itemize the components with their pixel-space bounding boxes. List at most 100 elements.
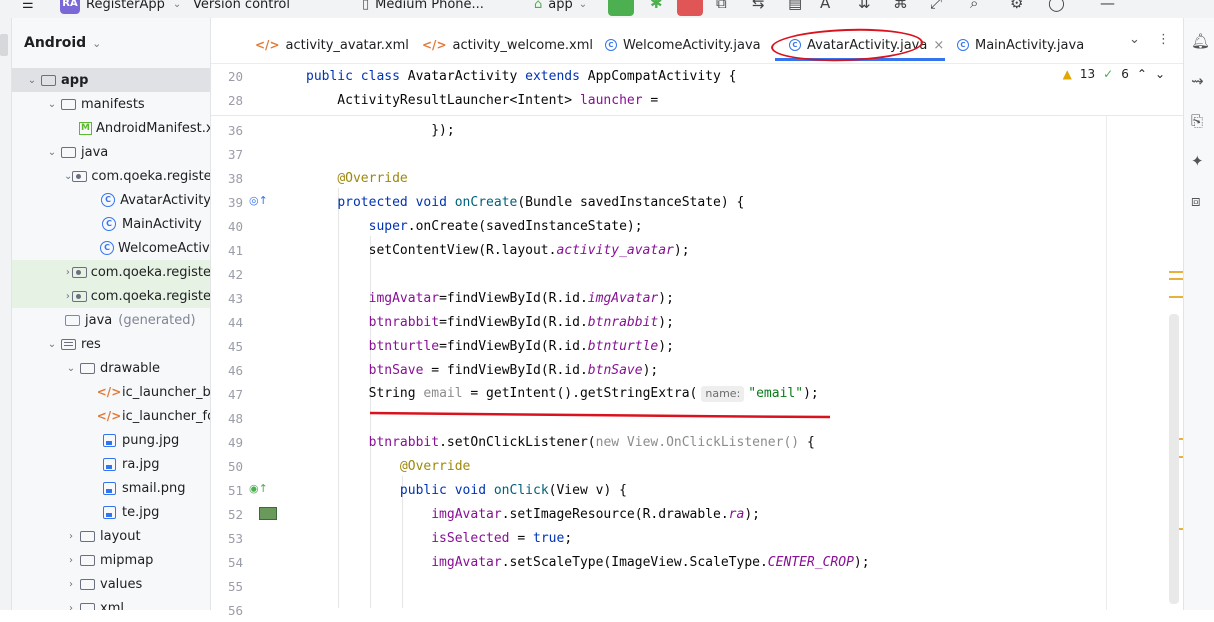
code-line[interactable]: 39 protected void onCreate(Bundle savedI… bbox=[211, 190, 1171, 214]
vertical-scrollbar[interactable] bbox=[1169, 314, 1179, 604]
tree-item-ra[interactable]: ra.jpg bbox=[12, 452, 210, 476]
code-line[interactable]: 52 imgAvatar.setImageResource(R.drawable… bbox=[211, 502, 1171, 526]
project-selector[interactable]: RA RegisterApp ⌄ bbox=[60, 0, 181, 16]
close-icon[interactable]: × bbox=[933, 38, 944, 53]
implements-gutter-icon[interactable]: ◉↑ bbox=[249, 482, 268, 495]
tab-welcome-activity-java[interactable]: C WelcomeActivity.java bbox=[605, 34, 761, 56]
code-line[interactable]: 56 bbox=[211, 598, 1171, 622]
chevron-right-icon[interactable]: › bbox=[64, 291, 72, 302]
run-config-selector[interactable]: ⌂ app ⌄ bbox=[534, 0, 587, 16]
tab-activity-welcome-xml[interactable]: </> activity_welcome.xml bbox=[422, 34, 593, 56]
tree-item-package-android-test[interactable]: › com.qoeka.registe bbox=[12, 284, 210, 308]
chevron-down-icon[interactable]: ⌄ bbox=[1155, 67, 1165, 81]
sync-icon[interactable]: ⧉ bbox=[716, 0, 727, 12]
device-manager-icon[interactable]: ⇆ bbox=[752, 0, 765, 12]
tree-item-manifests[interactable]: ⌄ manifests bbox=[12, 92, 210, 116]
code-line[interactable]: 36 }); bbox=[211, 118, 1171, 142]
tree-item-java-generated[interactable]: java (generated) bbox=[12, 308, 210, 332]
code-line[interactable]: 43 imgAvatar=findViewById(R.id.imgAvatar… bbox=[211, 286, 1171, 310]
stop-button[interactable] bbox=[677, 0, 703, 16]
tree-item-values[interactable]: › values bbox=[12, 572, 210, 596]
code-line[interactable]: 46 btnSave = findViewById(R.id.btnSave); bbox=[211, 358, 1171, 382]
override-gutter-icon[interactable]: ◎↑ bbox=[249, 194, 268, 207]
code-line[interactable]: 45 btnturtle=findViewById(R.id.btnturtle… bbox=[211, 334, 1171, 358]
warning-stripe[interactable] bbox=[1169, 278, 1183, 280]
device-file-icon[interactable]: ⎘ bbox=[1191, 112, 1203, 130]
chevron-up-icon[interactable]: ⌃ bbox=[1137, 67, 1147, 81]
tree-item-java[interactable]: ⌄ java bbox=[12, 140, 210, 164]
tree-item-drawable[interactable]: ⌄ drawable bbox=[12, 356, 210, 380]
chevron-down-icon[interactable]: ⌄ bbox=[45, 99, 59, 110]
more-options-icon[interactable]: ⋮ bbox=[1157, 32, 1170, 47]
code-line[interactable]: 44 btnrabbit=findViewById(R.id.btnrabbit… bbox=[211, 310, 1171, 334]
code-line[interactable]: 37 bbox=[211, 142, 1171, 166]
chevron-down-icon[interactable]: ⌄ bbox=[45, 339, 59, 350]
code-line[interactable]: 49 btnrabbit.setOnClickListener(new View… bbox=[211, 430, 1171, 454]
tree-item-res[interactable]: ⌄ res bbox=[12, 332, 210, 356]
tree-item-xml[interactable]: › xml bbox=[12, 596, 210, 611]
chevron-right-icon[interactable]: › bbox=[64, 579, 78, 590]
tree-item-ic-launcher-background[interactable]: </> ic_launcher_ba bbox=[12, 380, 210, 404]
chevron-down-icon[interactable]: ⌄ bbox=[45, 147, 59, 158]
code-line[interactable]: 51 public void onClick(View v) { bbox=[211, 478, 1171, 502]
chevron-right-icon[interactable]: › bbox=[64, 267, 72, 278]
run-button[interactable] bbox=[608, 0, 634, 16]
tab-main-activity-java[interactable]: C MainActivity.java bbox=[957, 34, 1084, 56]
notifications-icon[interactable]: 🔔︎ bbox=[1191, 32, 1210, 50]
tree-item-app[interactable]: ⌄ app bbox=[12, 68, 210, 92]
tree-item-mipmap[interactable]: › mipmap bbox=[12, 548, 210, 572]
sdk-manager-icon[interactable]: ⇊ bbox=[858, 0, 871, 12]
tree-item-package-test[interactable]: › com.qoeka.registe bbox=[12, 260, 210, 284]
chevron-right-icon[interactable]: › bbox=[64, 555, 78, 566]
warning-stripe[interactable] bbox=[1169, 271, 1183, 273]
sticky-line[interactable]: 28 ActivityResultLauncher<Intent> launch… bbox=[211, 88, 1171, 112]
translate-icon[interactable]: A bbox=[820, 0, 830, 12]
code-line[interactable]: 41 setContentView(R.layout.activity_avat… bbox=[211, 238, 1171, 262]
chevron-down-icon[interactable]: ⌄ bbox=[64, 171, 72, 182]
tree-item-main-activity[interactable]: C MainActivity bbox=[12, 212, 210, 236]
gemini-icon[interactable]: ✦ bbox=[1191, 152, 1204, 170]
tree-item-te[interactable]: te.jpg bbox=[12, 500, 210, 524]
settings-icon[interactable]: ⚙ bbox=[1010, 0, 1023, 12]
version-control-menu[interactable]: Version control bbox=[193, 0, 290, 16]
layout-inspector-icon[interactable]: ▤ bbox=[788, 0, 802, 12]
tree-item-android-manifest[interactable]: M AndroidManifest.xml bbox=[12, 116, 210, 140]
account-icon[interactable]: ◯ bbox=[1048, 0, 1065, 12]
tree-item-layout[interactable]: › layout bbox=[12, 524, 210, 548]
code-line[interactable]: 47 String email = getIntent().getStringE… bbox=[211, 382, 1171, 406]
code-line[interactable]: 48 bbox=[211, 406, 1171, 430]
search-icon[interactable]: ⌕ bbox=[970, 0, 978, 12]
tab-activity-avatar-xml[interactable]: </> activity_avatar.xml bbox=[255, 34, 409, 56]
inspection-widget[interactable]: ▲ 13 ✓ 6 ⌃ ⌄ bbox=[1063, 67, 1165, 81]
tree-item-package-main[interactable]: ⌄ com.qoeka.registe bbox=[12, 164, 210, 188]
tree-item-pung[interactable]: pung.jpg bbox=[12, 428, 210, 452]
profiler-icon[interactable]: ⌘ bbox=[893, 0, 908, 12]
tree-item-smail[interactable]: smail.png bbox=[12, 476, 210, 500]
chevron-right-icon[interactable]: › bbox=[64, 603, 78, 611]
tree-item-welcome-activity[interactable]: C WelcomeActivit bbox=[12, 236, 210, 260]
chevron-down-icon[interactable]: ⌄ bbox=[25, 75, 39, 86]
chevron-down-icon[interactable]: ⌄ bbox=[64, 363, 78, 374]
tabs-dropdown-icon[interactable]: ⌄ bbox=[1129, 32, 1140, 47]
image-preview-icon[interactable] bbox=[259, 507, 277, 520]
code-line[interactable]: 50 @Override bbox=[211, 454, 1171, 478]
code-line[interactable]: 55 bbox=[211, 574, 1171, 598]
main-menu-icon[interactable]: ☰ bbox=[22, 0, 34, 16]
device-selector[interactable]: ▯ Medium Phone... bbox=[362, 0, 484, 16]
chevron-right-icon[interactable]: › bbox=[64, 531, 78, 542]
minimize-icon[interactable]: — bbox=[1100, 0, 1115, 12]
warning-stripe[interactable] bbox=[1169, 296, 1183, 298]
running-devices-icon[interactable]: ⧈ bbox=[1191, 192, 1201, 210]
code-line[interactable]: 53 isSelected = true; bbox=[211, 526, 1171, 550]
tree-item-avatar-activity[interactable]: C AvatarActivity bbox=[12, 188, 210, 212]
sticky-line[interactable]: 20 public class AvatarActivity extends A… bbox=[211, 64, 1171, 88]
project-tool-icon[interactable] bbox=[0, 34, 8, 56]
project-view-selector[interactable]: Android ⌄ bbox=[12, 18, 210, 68]
code-line[interactable]: 38 @Override bbox=[211, 166, 1171, 190]
gradle-icon[interactable]: ⤢ bbox=[930, 0, 942, 12]
code-line[interactable]: 40 super.onCreate(savedInstanceState); bbox=[211, 214, 1171, 238]
code-line[interactable]: 54 imgAvatar.setScaleType(ImageView.Scal… bbox=[211, 550, 1171, 574]
tree-item-ic-launcher-foreground[interactable]: </> ic_launcher_for bbox=[12, 404, 210, 428]
code-line[interactable]: 42 bbox=[211, 262, 1171, 286]
debug-icon[interactable]: ✱ bbox=[650, 0, 663, 12]
